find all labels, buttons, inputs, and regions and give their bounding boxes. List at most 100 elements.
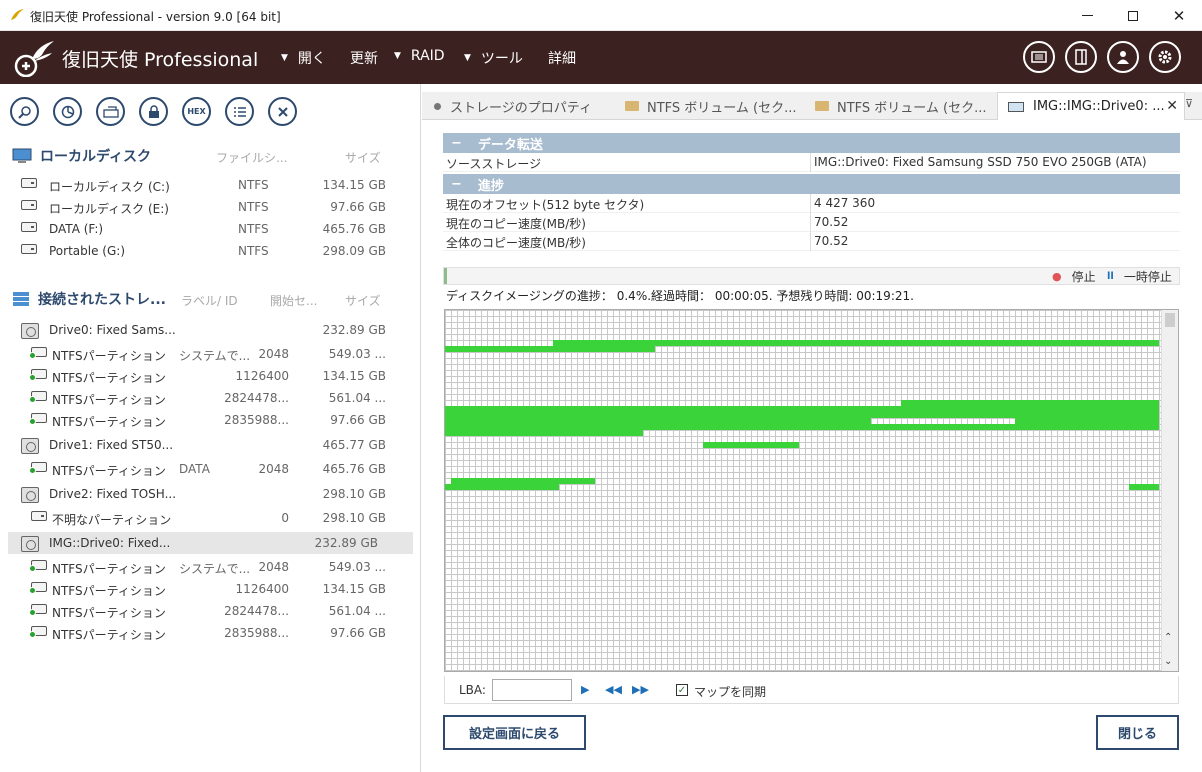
tab-img-drive0[interactable]: IMG::IMG::Drive0: ... ✕ bbox=[997, 92, 1185, 120]
tab-ntfs-volume-1[interactable]: NTFS ボリューム (セク... bbox=[625, 92, 805, 120]
current-speed-row: 現在のコピー速度(MB/秒) 70.52 bbox=[443, 213, 1180, 232]
partition-row[interactable]: NTFSパーティション 2835988... 97.66 GB bbox=[0, 622, 413, 644]
checkmark-icon: ✓ bbox=[677, 684, 687, 696]
partition-row[interactable]: NTFSパーティション 2835988... 97.66 GB bbox=[0, 409, 413, 431]
storage-size: 134.15 GB bbox=[322, 582, 386, 596]
lock-button[interactable] bbox=[139, 97, 168, 126]
search-button[interactable] bbox=[10, 97, 39, 126]
local-disk-row[interactable]: Portable (G:) NTFS 298.09 GB bbox=[0, 240, 413, 262]
drive-icon bbox=[1008, 101, 1024, 112]
rewind-icon[interactable]: ◀◀ bbox=[605, 683, 622, 696]
news-button[interactable] bbox=[1023, 41, 1055, 73]
partition-row[interactable]: NTFSパーティション システムで... 2048 549.03 ... bbox=[0, 556, 413, 578]
tab-storage-properties[interactable]: ストレージのプロパティ bbox=[434, 92, 624, 120]
disk-size: 298.09 GB bbox=[322, 244, 386, 258]
partition-row[interactable]: NTFSパーティション 1126400 134.15 GB bbox=[0, 365, 413, 387]
left-panel: HEX ローカルディスク ファイルシ... サイズ ローカルディスク (C:) N… bbox=[0, 84, 421, 772]
close-button[interactable]: 閉じる bbox=[1096, 715, 1179, 750]
partition-row[interactable]: NTFSパーティション DATA 2048 465.76 GB bbox=[0, 458, 413, 480]
disk-filesystem: NTFS bbox=[238, 244, 269, 258]
storage-name: NTFSパーティション bbox=[52, 628, 166, 642]
close-window-button[interactable]: ✕ bbox=[1156, 0, 1202, 31]
minimize-button[interactable] bbox=[1064, 0, 1110, 31]
scroll-up-icon[interactable]: ⌃ bbox=[1164, 632, 1172, 643]
disk-name: Portable (G:) bbox=[49, 244, 125, 258]
local-disk-row[interactable]: ローカルディスク (E:) NTFS 97.66 GB bbox=[0, 196, 413, 218]
storage-name: 不明なパーティション bbox=[52, 513, 172, 527]
tab-ntfs-volume-2[interactable]: NTFS ボリューム (セク... bbox=[815, 92, 995, 120]
storage-name: NTFSパーティション bbox=[52, 464, 166, 478]
tab-bar: ストレージのプロパティ NTFS ボリューム (セク... NTFS ボリューム… bbox=[422, 92, 1202, 120]
ntfs-partition-icon bbox=[29, 369, 47, 381]
storage-start-sector: 2824478... bbox=[224, 391, 289, 405]
dropdown-arrow-icon: ▼ bbox=[281, 53, 288, 63]
ntfs-partition-icon bbox=[29, 626, 47, 638]
sync-map-checkbox[interactable]: ✓ bbox=[676, 684, 688, 696]
maximize-button[interactable] bbox=[1110, 0, 1156, 31]
next-icon[interactable]: ▶ bbox=[581, 683, 589, 696]
back-to-settings-button[interactable]: 設定画面に戻る bbox=[443, 715, 586, 750]
sector-map[interactable]: ⌃ ⌄ bbox=[444, 309, 1179, 672]
partition-row[interactable]: NTFSパーティション 1126400 134.15 GB bbox=[0, 578, 413, 600]
copied-sector-block bbox=[445, 484, 559, 490]
local-disk-row[interactable]: DATA (F:) NTFS 465.76 GB bbox=[0, 218, 413, 240]
scrollbar-thumb[interactable] bbox=[1165, 313, 1175, 327]
storage-start-sector: 2048 bbox=[258, 462, 289, 476]
ntfs-partition-icon bbox=[29, 582, 47, 594]
storage-drive-row[interactable]: Drive1: Fixed ST50... 465.77 GB bbox=[0, 434, 413, 456]
storage-stack-icon bbox=[13, 292, 29, 306]
menu-refresh[interactable]: 更新 bbox=[350, 48, 378, 68]
storage-drive-row[interactable]: Drive0: Fixed Sams... 232.89 GB bbox=[0, 319, 413, 341]
close-tab-icon[interactable]: ✕ bbox=[1166, 98, 1178, 114]
menu-tools[interactable]: ▼ ツール bbox=[464, 48, 523, 68]
partition-row[interactable]: NTFSパーティション 2824478... 561.04 ... bbox=[0, 387, 413, 409]
column-separator bbox=[810, 232, 811, 251]
partition-row[interactable]: NTFSパーティション システムで... 2048 549.03 ... bbox=[0, 343, 413, 365]
partition-row[interactable]: 不明なパーティション 0 298.10 GB bbox=[0, 507, 413, 529]
local-disk-row[interactable]: ローカルディスク (C:) NTFS 134.15 GB bbox=[0, 174, 413, 196]
disk-filesystem: NTFS bbox=[238, 200, 269, 214]
disk-filesystem: NTFS bbox=[238, 222, 269, 236]
panel-button[interactable] bbox=[1065, 41, 1097, 73]
fast-forward-icon[interactable]: ▶▶ bbox=[632, 683, 649, 696]
menu-details[interactable]: 詳細 bbox=[548, 48, 576, 68]
hex-button[interactable]: HEX bbox=[182, 97, 211, 126]
menu-raid[interactable]: ▼ RAID bbox=[394, 48, 445, 64]
collapse-icon[interactable]: − bbox=[451, 177, 462, 192]
offset-value: 4 427 360 bbox=[814, 196, 876, 210]
collapse-icon[interactable]: − bbox=[451, 136, 462, 151]
dot-icon bbox=[434, 102, 441, 110]
list-button[interactable] bbox=[225, 97, 254, 126]
close-tool-button[interactable] bbox=[268, 97, 297, 126]
pause-button[interactable]: ll 一時停止 bbox=[1107, 268, 1172, 285]
menu-open[interactable]: ▼ 開く bbox=[281, 48, 326, 68]
overall-speed-row: 全体のコピー速度(MB/秒) 70.52 bbox=[443, 232, 1180, 251]
column-separator bbox=[810, 194, 811, 213]
stop-button[interactable]: ● 停止 bbox=[1052, 268, 1096, 285]
connected-storage-title: 接続されたストレ... bbox=[38, 292, 166, 308]
menu-tools-label: ツール bbox=[480, 51, 523, 67]
disk-name: ローカルディスク (C:) bbox=[49, 180, 170, 194]
scan-button[interactable] bbox=[53, 97, 82, 126]
storage-size: 298.10 GB bbox=[322, 487, 386, 501]
app-logo-icon bbox=[11, 9, 24, 20]
lba-input[interactable] bbox=[492, 679, 572, 701]
scroll-down-icon[interactable]: ⌄ bbox=[1164, 656, 1172, 667]
storage-label: システムで... bbox=[179, 349, 251, 363]
copied-sector-block bbox=[445, 346, 655, 352]
storage-drive-row[interactable]: Drive2: Fixed TOSH... 298.10 GB bbox=[0, 483, 413, 505]
offset-row: 現在のオフセット(512 byte セクタ) 4 427 360 bbox=[443, 194, 1180, 213]
settings-button[interactable] bbox=[1149, 41, 1181, 73]
user-button[interactable] bbox=[1107, 41, 1139, 73]
maximize-icon bbox=[1128, 10, 1138, 21]
ntfs-partition-icon bbox=[29, 560, 47, 572]
tab-overflow-icon[interactable]: ⊽ bbox=[1185, 97, 1193, 110]
hard-drive-icon bbox=[21, 536, 39, 552]
partition-row[interactable]: NTFSパーティション 2824478... 561.04 ... bbox=[0, 600, 413, 622]
drive-icon bbox=[21, 178, 37, 188]
storage-size: 232.89 GB bbox=[314, 536, 378, 550]
storage-drive-row[interactable]: IMG::Drive0: Fixed... 232.89 GB bbox=[8, 532, 413, 554]
drive-image-button[interactable] bbox=[96, 97, 125, 126]
map-scrollbar[interactable]: ⌃ ⌄ bbox=[1161, 310, 1178, 671]
storage-size: 134.15 GB bbox=[322, 369, 386, 383]
